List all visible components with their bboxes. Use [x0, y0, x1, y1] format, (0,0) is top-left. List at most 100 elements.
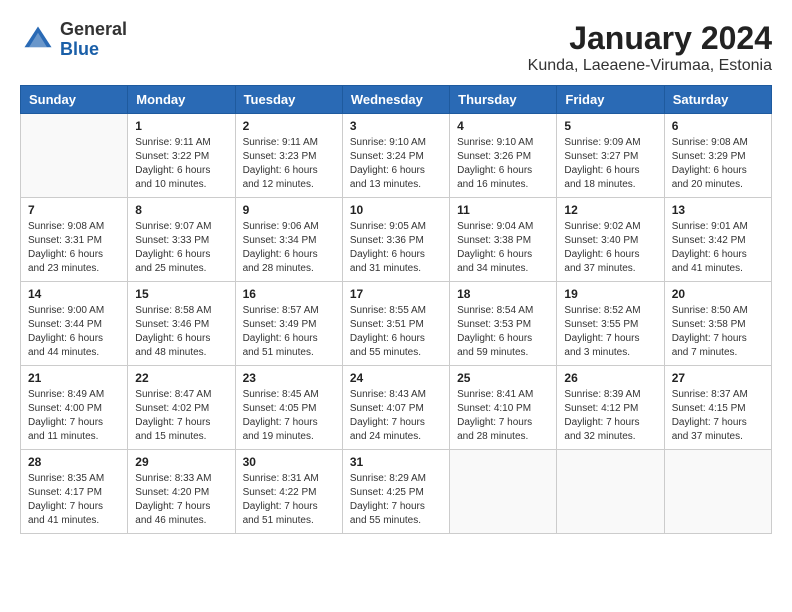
- day-number: 7: [28, 203, 120, 217]
- day-info: Sunrise: 8:57 AM Sunset: 3:49 PM Dayligh…: [243, 304, 335, 360]
- weekday-header-friday: Friday: [557, 86, 664, 114]
- calendar-cell: 14 Sunrise: 9:00 AM Sunset: 3:44 PM Dayli…: [21, 282, 128, 366]
- calendar-cell: 17 Sunrise: 8:55 AM Sunset: 3:51 PM Dayli…: [342, 282, 449, 366]
- day-number: 25: [457, 371, 549, 385]
- day-number: 28: [28, 455, 120, 469]
- day-info: Sunrise: 8:50 AM Sunset: 3:58 PM Dayligh…: [672, 304, 764, 360]
- calendar-cell: 26 Sunrise: 8:39 AM Sunset: 4:12 PM Dayli…: [557, 366, 664, 450]
- day-number: 29: [135, 455, 227, 469]
- day-number: 31: [350, 455, 442, 469]
- day-info: Sunrise: 9:11 AM Sunset: 3:23 PM Dayligh…: [243, 136, 335, 192]
- day-info: Sunrise: 8:58 AM Sunset: 3:46 PM Dayligh…: [135, 304, 227, 360]
- day-info: Sunrise: 9:10 AM Sunset: 3:24 PM Dayligh…: [350, 136, 442, 192]
- calendar-subtitle: Kunda, Laeaene-Virumaa, Estonia: [528, 57, 772, 75]
- day-info: Sunrise: 9:11 AM Sunset: 3:22 PM Dayligh…: [135, 136, 227, 192]
- calendar-cell: 22 Sunrise: 8:47 AM Sunset: 4:02 PM Dayli…: [128, 366, 235, 450]
- calendar-cell: [450, 450, 557, 534]
- calendar-cell: 15 Sunrise: 8:58 AM Sunset: 3:46 PM Dayli…: [128, 282, 235, 366]
- calendar-cell: 4 Sunrise: 9:10 AM Sunset: 3:26 PM Daylig…: [450, 114, 557, 198]
- day-number: 23: [243, 371, 335, 385]
- calendar-cell: [557, 450, 664, 534]
- weekday-header-wednesday: Wednesday: [342, 86, 449, 114]
- day-number: 30: [243, 455, 335, 469]
- calendar-cell: 21 Sunrise: 8:49 AM Sunset: 4:00 PM Dayli…: [21, 366, 128, 450]
- day-number: 13: [672, 203, 764, 217]
- day-number: 20: [672, 287, 764, 301]
- day-info: Sunrise: 8:37 AM Sunset: 4:15 PM Dayligh…: [672, 388, 764, 444]
- day-info: Sunrise: 8:54 AM Sunset: 3:53 PM Dayligh…: [457, 304, 549, 360]
- calendar-cell: 25 Sunrise: 8:41 AM Sunset: 4:10 PM Dayli…: [450, 366, 557, 450]
- weekday-header-thursday: Thursday: [450, 86, 557, 114]
- day-info: Sunrise: 8:49 AM Sunset: 4:00 PM Dayligh…: [28, 388, 120, 444]
- day-number: 26: [564, 371, 656, 385]
- day-number: 22: [135, 371, 227, 385]
- calendar-cell: 6 Sunrise: 9:08 AM Sunset: 3:29 PM Daylig…: [664, 114, 771, 198]
- logo-icon: [20, 22, 56, 58]
- day-info: Sunrise: 8:29 AM Sunset: 4:25 PM Dayligh…: [350, 472, 442, 528]
- day-info: Sunrise: 9:10 AM Sunset: 3:26 PM Dayligh…: [457, 136, 549, 192]
- day-number: 21: [28, 371, 120, 385]
- day-info: Sunrise: 9:02 AM Sunset: 3:40 PM Dayligh…: [564, 220, 656, 276]
- calendar-cell: 19 Sunrise: 8:52 AM Sunset: 3:55 PM Dayli…: [557, 282, 664, 366]
- day-info: Sunrise: 9:09 AM Sunset: 3:27 PM Dayligh…: [564, 136, 656, 192]
- day-info: Sunrise: 8:43 AM Sunset: 4:07 PM Dayligh…: [350, 388, 442, 444]
- calendar-cell: 1 Sunrise: 9:11 AM Sunset: 3:22 PM Daylig…: [128, 114, 235, 198]
- day-info: Sunrise: 8:35 AM Sunset: 4:17 PM Dayligh…: [28, 472, 120, 528]
- day-info: Sunrise: 9:08 AM Sunset: 3:29 PM Dayligh…: [672, 136, 764, 192]
- title-block: January 2024 Kunda, Laeaene-Virumaa, Est…: [528, 20, 772, 75]
- day-number: 24: [350, 371, 442, 385]
- day-number: 11: [457, 203, 549, 217]
- calendar-cell: [664, 450, 771, 534]
- page-header: General Blue January 2024 Kunda, Laeaene…: [20, 20, 772, 75]
- calendar-cell: 18Sunrise: 8:54 AM Sunset: 3:53 PM Dayli…: [450, 282, 557, 366]
- day-info: Sunrise: 9:04 AM Sunset: 3:38 PM Dayligh…: [457, 220, 549, 276]
- weekday-header-saturday: Saturday: [664, 86, 771, 114]
- day-info: Sunrise: 8:39 AM Sunset: 4:12 PM Dayligh…: [564, 388, 656, 444]
- day-info: Sunrise: 8:55 AM Sunset: 3:51 PM Dayligh…: [350, 304, 442, 360]
- day-info: Sunrise: 9:08 AM Sunset: 3:31 PM Dayligh…: [28, 220, 120, 276]
- logo-text: General Blue: [60, 20, 127, 60]
- calendar-cell: 27Sunrise: 8:37 AM Sunset: 4:15 PM Dayli…: [664, 366, 771, 450]
- day-number: 10: [350, 203, 442, 217]
- logo: General Blue: [20, 20, 127, 60]
- day-number: 3: [350, 119, 442, 133]
- day-info: Sunrise: 9:00 AM Sunset: 3:44 PM Dayligh…: [28, 304, 120, 360]
- day-number: 14: [28, 287, 120, 301]
- calendar-cell: 13Sunrise: 9:01 AM Sunset: 3:42 PM Dayli…: [664, 198, 771, 282]
- day-number: 6: [672, 119, 764, 133]
- calendar-cell: 31 Sunrise: 8:29 AM Sunset: 4:25 PM Dayli…: [342, 450, 449, 534]
- day-number: 9: [243, 203, 335, 217]
- day-info: Sunrise: 9:06 AM Sunset: 3:34 PM Dayligh…: [243, 220, 335, 276]
- day-number: 8: [135, 203, 227, 217]
- day-number: 12: [564, 203, 656, 217]
- calendar-cell: 30Sunrise: 8:31 AM Sunset: 4:22 PM Dayli…: [235, 450, 342, 534]
- day-number: 15: [135, 287, 227, 301]
- calendar-cell: 8 Sunrise: 9:07 AM Sunset: 3:33 PM Daylig…: [128, 198, 235, 282]
- calendar-cell: 11 Sunrise: 9:04 AM Sunset: 3:38 PM Dayli…: [450, 198, 557, 282]
- weekday-header-monday: Monday: [128, 86, 235, 114]
- calendar-cell: 3 Sunrise: 9:10 AM Sunset: 3:24 PM Daylig…: [342, 114, 449, 198]
- weekday-header-tuesday: Tuesday: [235, 86, 342, 114]
- day-number: 19: [564, 287, 656, 301]
- calendar-cell: [21, 114, 128, 198]
- day-info: Sunrise: 9:05 AM Sunset: 3:36 PM Dayligh…: [350, 220, 442, 276]
- calendar-cell: 7 Sunrise: 9:08 AM Sunset: 3:31 PM Daylig…: [21, 198, 128, 282]
- day-info: Sunrise: 8:41 AM Sunset: 4:10 PM Dayligh…: [457, 388, 549, 444]
- calendar-table: SundayMondayTuesdayWednesdayThursdayFrid…: [20, 85, 772, 534]
- day-info: Sunrise: 8:33 AM Sunset: 4:20 PM Dayligh…: [135, 472, 227, 528]
- day-info: Sunrise: 9:07 AM Sunset: 3:33 PM Dayligh…: [135, 220, 227, 276]
- day-info: Sunrise: 8:45 AM Sunset: 4:05 PM Dayligh…: [243, 388, 335, 444]
- calendar-cell: 20 Sunrise: 8:50 AM Sunset: 3:58 PM Dayli…: [664, 282, 771, 366]
- calendar-cell: 24 Sunrise: 8:43 AM Sunset: 4:07 PM Dayli…: [342, 366, 449, 450]
- day-number: 4: [457, 119, 549, 133]
- day-info: Sunrise: 8:47 AM Sunset: 4:02 PM Dayligh…: [135, 388, 227, 444]
- calendar-cell: 5Sunrise: 9:09 AM Sunset: 3:27 PM Daylig…: [557, 114, 664, 198]
- day-info: Sunrise: 8:52 AM Sunset: 3:55 PM Dayligh…: [564, 304, 656, 360]
- day-number: 2: [243, 119, 335, 133]
- calendar-cell: 2 Sunrise: 9:11 AM Sunset: 3:23 PM Daylig…: [235, 114, 342, 198]
- day-number: 17: [350, 287, 442, 301]
- day-number: 1: [135, 119, 227, 133]
- day-number: 16: [243, 287, 335, 301]
- calendar-cell: 10 Sunrise: 9:05 AM Sunset: 3:36 PM Dayli…: [342, 198, 449, 282]
- calendar-cell: 16 Sunrise: 8:57 AM Sunset: 3:49 PM Dayli…: [235, 282, 342, 366]
